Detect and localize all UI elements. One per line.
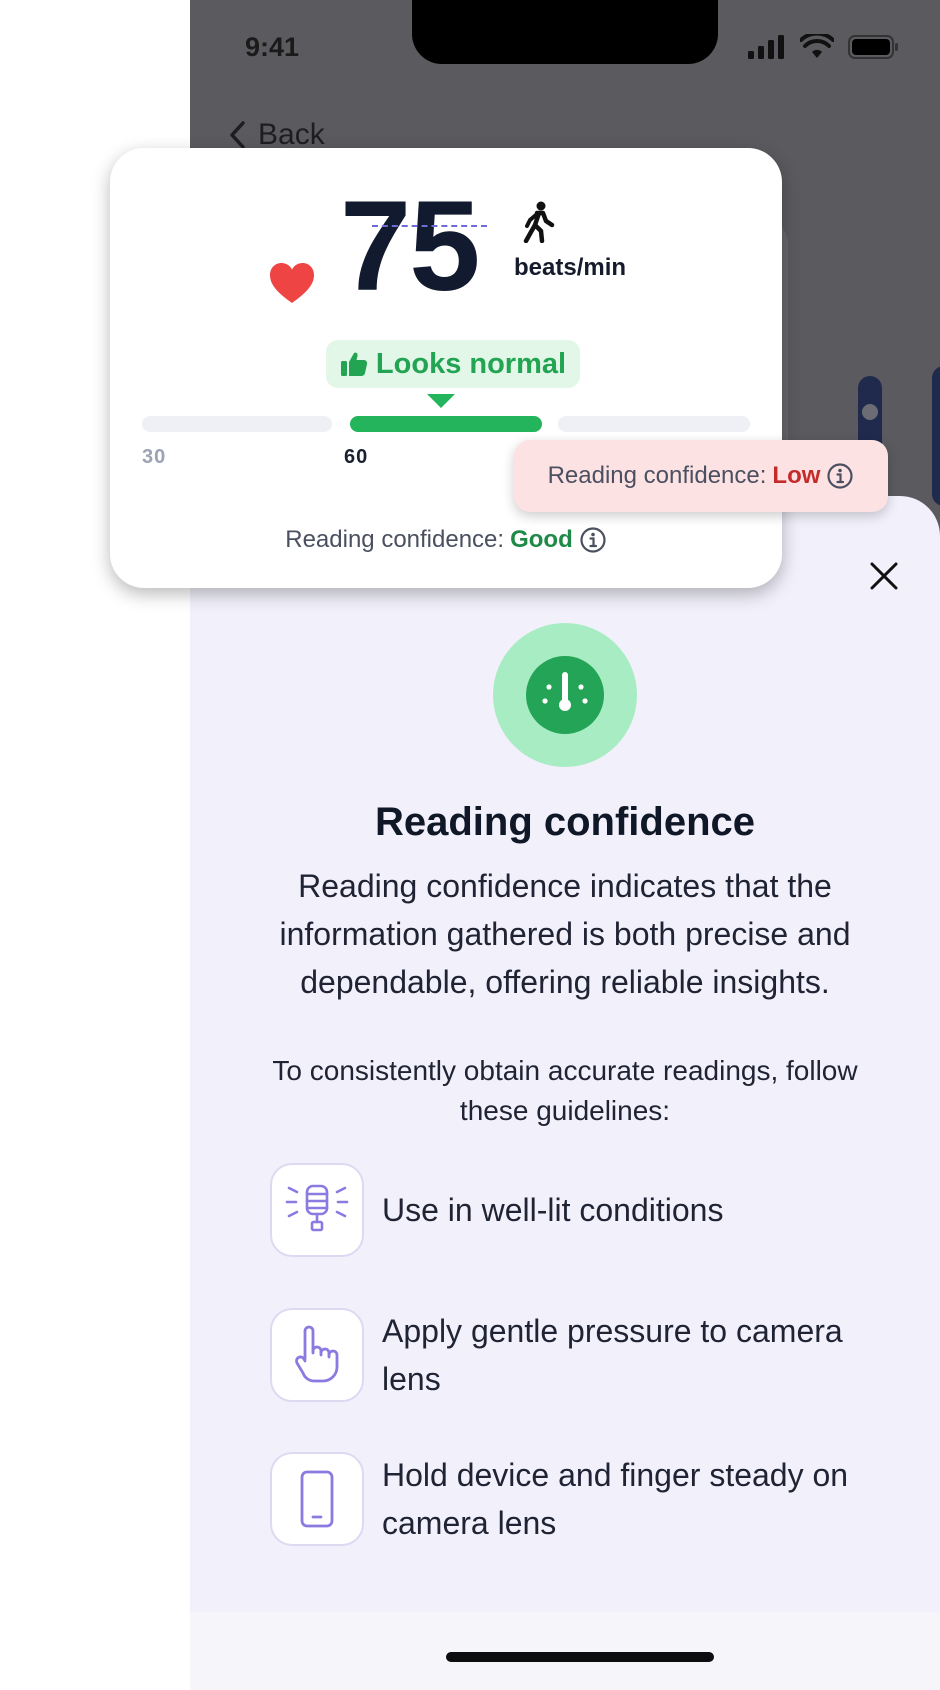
info-icon — [580, 527, 606, 553]
value-underline — [372, 225, 487, 227]
unit-label: beats/min — [514, 254, 627, 281]
range-segment-high — [558, 416, 750, 432]
finger-press-icon — [295, 1325, 339, 1383]
reading-confidence[interactable]: Reading confidence: Good — [110, 526, 782, 554]
back-label: Back — [258, 118, 325, 151]
back-button[interactable]: Back — [228, 118, 325, 152]
tip-text: Hold device and finger steady on camera … — [382, 1457, 849, 1541]
home-area — [190, 1612, 940, 1690]
range-segment-low — [142, 416, 332, 432]
heart-rate-value: 75 — [340, 175, 480, 318]
status-icons — [748, 34, 900, 60]
wifi-icon — [800, 34, 834, 58]
close-icon — [870, 562, 898, 590]
confidence-label: Reading confidence: — [547, 462, 767, 489]
chevron-left-icon — [230, 121, 245, 149]
notch — [412, 0, 718, 64]
sheet-description: Reading confidence indicates that the in… — [279, 868, 851, 1000]
status-text: Looks normal — [375, 347, 567, 380]
light-bulb-icon — [285, 1184, 349, 1232]
confidence-value: Good — [510, 526, 573, 553]
heart-icon — [270, 263, 314, 303]
range-segment-normal — [350, 416, 542, 432]
tip-item: Hold device and finger steady on camera … — [270, 1451, 890, 1547]
status-time: 9:41 — [245, 32, 300, 62]
background-bar-dot — [862, 404, 878, 420]
tip-icon-box — [270, 1163, 364, 1257]
gauge-badge — [493, 623, 637, 767]
sheet-title: Reading confidence — [374, 800, 756, 844]
background-bar — [932, 366, 940, 506]
range-tick: 60 — [344, 446, 369, 468]
phone-icon — [300, 1470, 334, 1528]
tip-text: Apply gentle pressure to camera lens — [382, 1313, 843, 1397]
confidence-label: Reading confidence: — [285, 526, 505, 553]
confidence-value: Low — [772, 462, 821, 489]
status-badge: Looks normal — [326, 340, 580, 388]
tip-item: Use in well-lit conditions — [270, 1163, 890, 1257]
thumbs-up-icon — [340, 352, 368, 376]
guidelines-intro: To consistently obtain accurate readings… — [272, 1055, 858, 1126]
tip-icon-box — [270, 1308, 364, 1402]
tip-text: Use in well-lit conditions — [382, 1192, 724, 1228]
tip-item: Apply gentle pressure to camera lens — [270, 1307, 890, 1403]
tip-icon-box — [270, 1452, 364, 1546]
low-confidence-chip[interactable]: Reading confidence: Low — [514, 440, 888, 512]
battery-icon — [848, 35, 898, 59]
walking-icon — [523, 201, 555, 243]
close-button[interactable] — [866, 558, 902, 594]
range-pointer — [427, 394, 455, 408]
cellular-signal-icon — [748, 35, 784, 59]
gauge-icon — [542, 672, 588, 711]
home-indicator[interactable] — [446, 1652, 714, 1662]
heart-rate-card: 75 beats/min Looks normal 30 60 Reading … — [110, 148, 782, 588]
info-icon — [827, 463, 854, 489]
range-tick: 30 — [142, 446, 167, 468]
